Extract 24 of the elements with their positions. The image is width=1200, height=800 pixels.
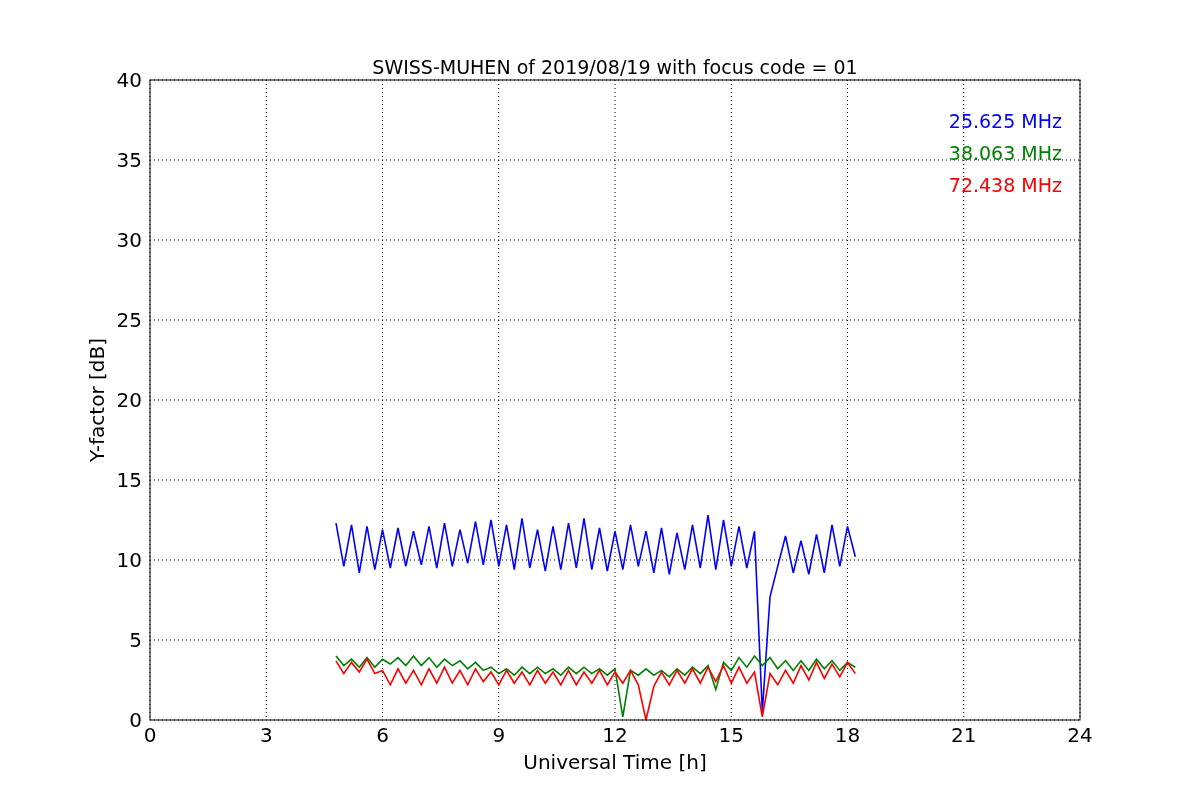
chart-title: SWISS-MUHEN of 2019/08/19 with focus code = 01 <box>372 56 858 78</box>
x-axis-label: Universal Time [h] <box>523 750 707 774</box>
x-tick-label: 6 <box>376 723 389 747</box>
y-tick-label: 25 <box>116 308 142 332</box>
legend-label: 72.438 MHz <box>948 174 1062 196</box>
y-tick-label: 20 <box>116 388 142 412</box>
legend-label: 25.625 MHz <box>948 110 1062 132</box>
y-tick-label: 15 <box>116 468 142 492</box>
y-tick-label: 30 <box>116 228 142 252</box>
x-tick-label: 21 <box>951 723 977 747</box>
y-tick-label: 0 <box>129 708 142 732</box>
legend-label: 38.063 MHz <box>948 142 1062 164</box>
y-tick-label: 5 <box>129 628 142 652</box>
y-tick-label: 10 <box>116 548 142 572</box>
x-tick-label: 15 <box>718 723 744 747</box>
y-axis-label: Y-factor [dB] <box>85 338 109 462</box>
y-tick-label: 35 <box>116 148 142 172</box>
x-tick-label: 9 <box>492 723 506 747</box>
x-tick-label: 12 <box>602 723 628 747</box>
x-tick-label: 18 <box>834 723 861 747</box>
x-tick-label: 0 <box>143 723 157 747</box>
x-tick-label: 3 <box>259 723 273 747</box>
y-tick-label: 40 <box>116 68 142 92</box>
x-tick-label: 24 <box>1067 723 1093 747</box>
